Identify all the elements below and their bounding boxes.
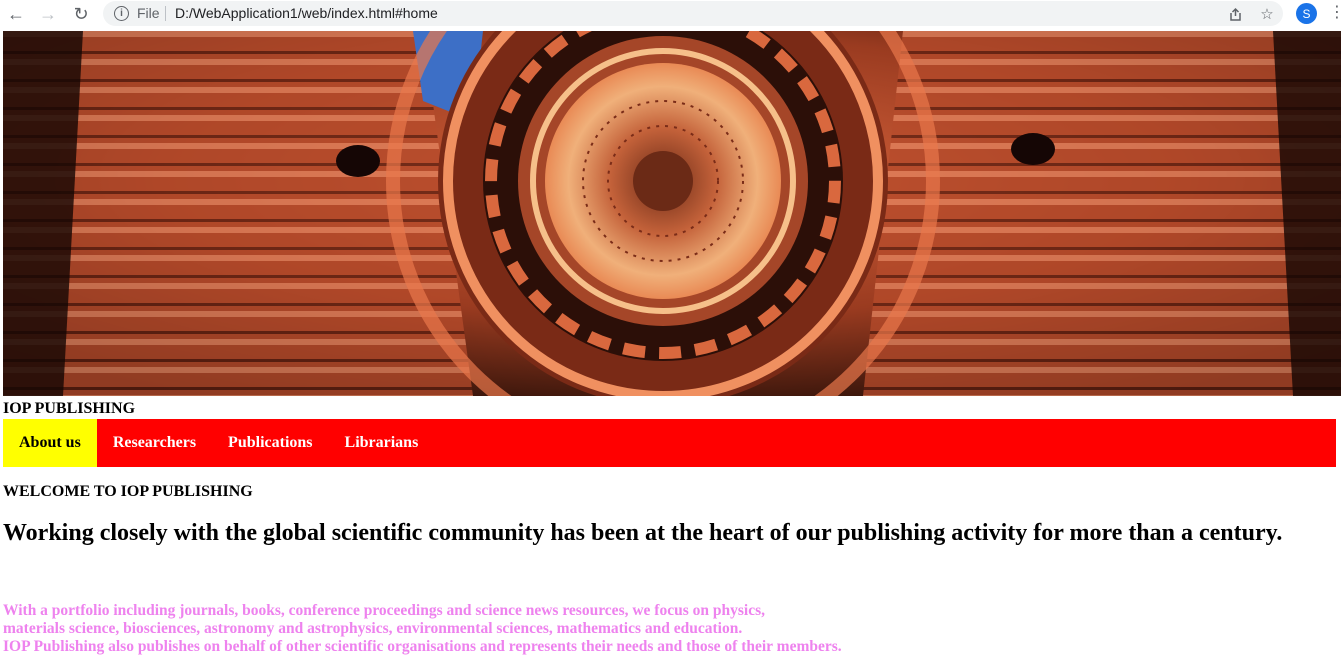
forward-icon[interactable]: → xyxy=(37,3,59,25)
site-title: IOP PUBLISHING xyxy=(3,400,136,417)
lead-heading: Working closely with the global scientif… xyxy=(3,520,1283,546)
back-icon[interactable]: ← xyxy=(5,3,27,25)
address-separator xyxy=(165,6,166,21)
profile-avatar[interactable]: S xyxy=(1296,3,1317,24)
portfolio-line: With a portfolio including journals, boo… xyxy=(3,602,765,619)
main-nav: About us Researchers Publications Librar… xyxy=(3,419,1336,467)
menu-icon[interactable]: ⋮ xyxy=(1329,3,1341,23)
nav-librarians[interactable]: Librarians xyxy=(329,419,435,467)
bookmark-star-icon[interactable]: ☆ xyxy=(1257,4,1277,24)
url-text[interactable]: D:/WebApplication1/web/index.html#home xyxy=(175,5,438,21)
share-icon[interactable] xyxy=(1225,4,1245,24)
portfolio-line: materials science, biosciences, astronom… xyxy=(3,620,743,637)
nav-publications[interactable]: Publications xyxy=(212,419,328,467)
url-scheme: File xyxy=(137,5,160,21)
welcome-heading: WELCOME TO IOP PUBLISHING xyxy=(3,483,253,500)
address-bar[interactable]: i File D:/WebApplication1/web/index.html… xyxy=(103,1,1283,26)
nav-about-us[interactable]: About us xyxy=(3,419,97,467)
portfolio-line: IOP Publishing also publishes on behalf … xyxy=(3,638,842,655)
hero-image xyxy=(3,31,1341,396)
portfolio-text: With a portfolio including journals, boo… xyxy=(3,602,842,656)
info-icon[interactable]: i xyxy=(114,6,129,21)
nav-researchers[interactable]: Researchers xyxy=(97,419,212,467)
reload-icon[interactable]: ↻ xyxy=(70,3,92,25)
browser-toolbar: ← → ↻ i File D:/WebApplication1/web/inde… xyxy=(0,0,1341,28)
